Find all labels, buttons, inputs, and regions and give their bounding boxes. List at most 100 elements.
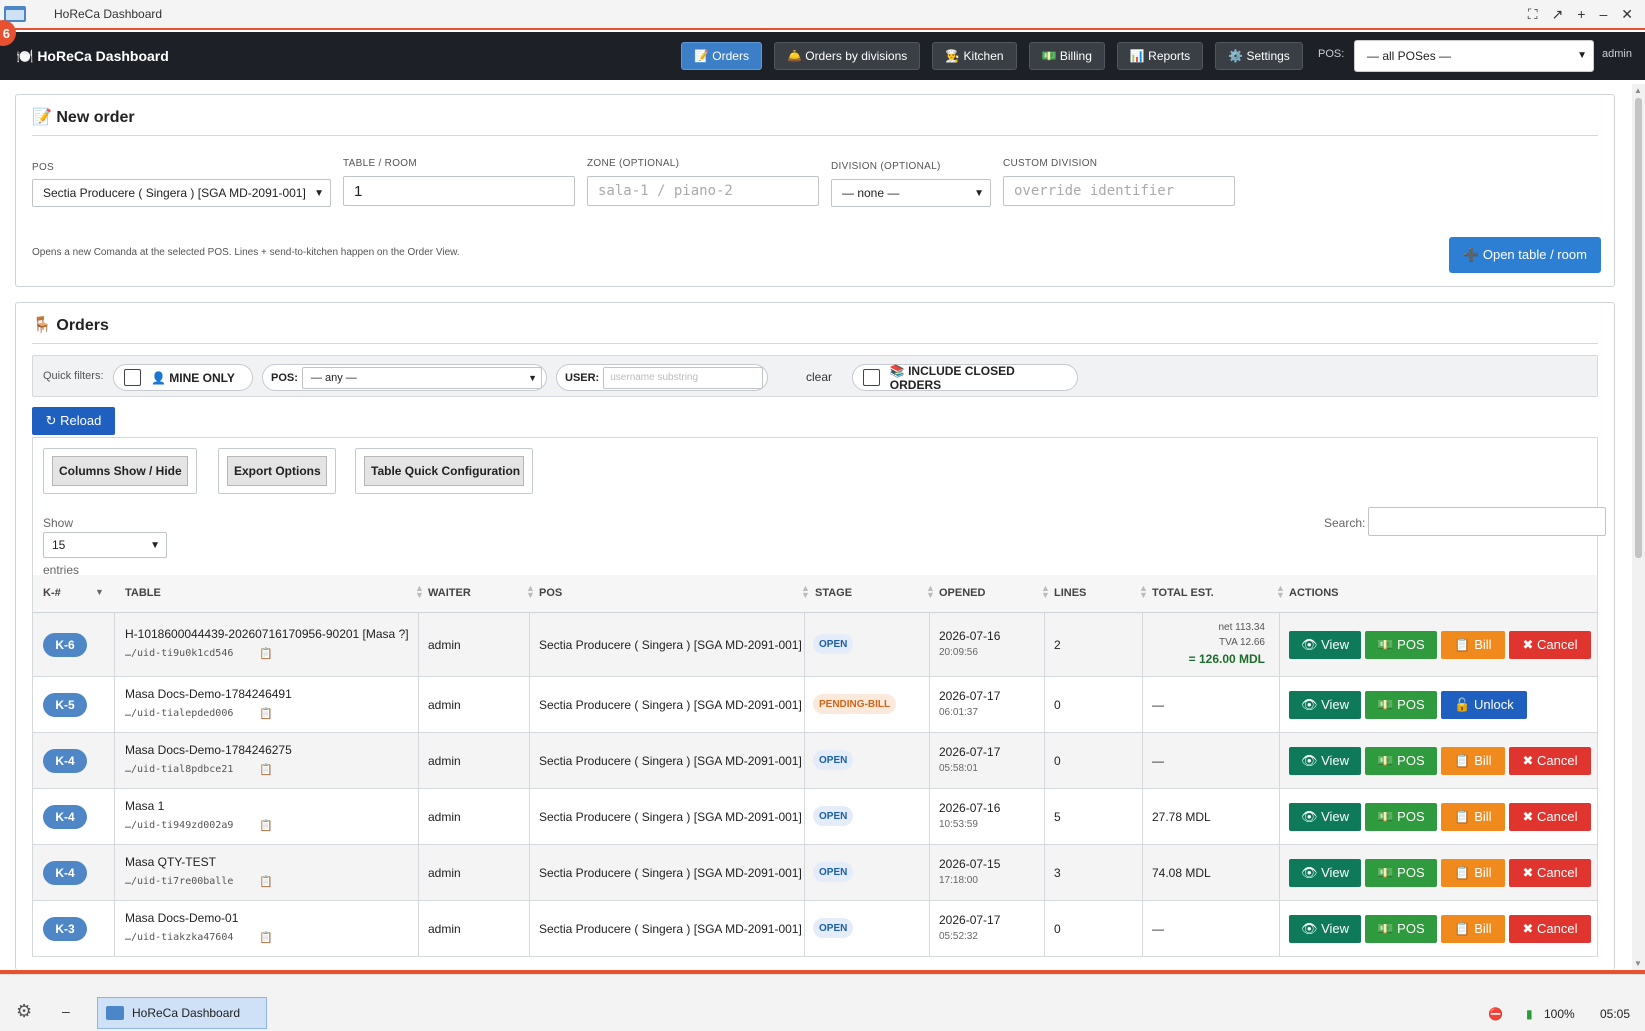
app-folder-icon — [4, 6, 26, 22]
view-button[interactable]: 👁 View — [1289, 803, 1361, 831]
cancel-button[interactable]: ✖ Cancel — [1509, 747, 1591, 775]
line-count: 5 — [1054, 810, 1061, 824]
view-button[interactable]: 👁 View — [1289, 747, 1361, 775]
clear-filters-link[interactable]: clear — [806, 370, 832, 384]
col-stage[interactable]: STAGE — [815, 587, 852, 599]
sort-icon[interactable]: ▲ ▼ — [801, 584, 810, 600]
pos-button[interactable]: 💵 POS — [1365, 747, 1437, 775]
cancel-button[interactable]: ✖ Cancel — [1509, 631, 1591, 659]
pos-quick-filter-select[interactable]: — any — ▼ — [301, 366, 542, 389]
sort-icon[interactable]: ▲ ▼ — [1041, 584, 1050, 600]
custom-division-input[interactable]: override identifier — [1003, 176, 1235, 206]
nav-orders-button[interactable]: 📝 Orders — [681, 42, 762, 70]
pos-button[interactable]: 💵 POS — [1365, 859, 1437, 887]
copy-icon[interactable]: 📋 — [259, 763, 273, 776]
copy-icon[interactable]: 📋 — [259, 931, 273, 944]
export-toolgroup: Export Options — [218, 448, 336, 494]
minimize-icon[interactable]: – — [1599, 6, 1607, 23]
pos-name: Sectia Producere ( Singera ) [SGA MD-209… — [539, 754, 802, 768]
cancel-button[interactable]: ✖ Cancel — [1509, 915, 1591, 943]
reload-button[interactable]: ↻ Reload — [32, 407, 115, 435]
sort-icon[interactable]: ▲ ▼ — [415, 584, 424, 600]
maximize-icon[interactable]: + — [1577, 6, 1585, 23]
bill-button[interactable]: 📋 Bill — [1441, 747, 1505, 775]
copy-icon[interactable]: 📋 — [259, 707, 273, 720]
taskbar-item-horeca[interactable]: HoReCa Dashboard — [97, 997, 267, 1029]
view-button[interactable]: 👁 View — [1289, 631, 1361, 659]
copy-icon[interactable]: 📋 — [259, 819, 273, 832]
col-table[interactable]: TABLE — [125, 587, 161, 599]
fullscreen-icon[interactable]: ⛶ — [1528, 6, 1538, 23]
battery-icon[interactable]: ▮ — [1526, 1007, 1533, 1021]
clock[interactable]: 05:05 — [1600, 1007, 1630, 1021]
global-pos-select[interactable]: — all POSes — ▼ — [1354, 40, 1594, 72]
bill-button[interactable]: 📋 Bill — [1441, 631, 1505, 659]
waiter-name: admin — [428, 922, 461, 936]
quick-filters-bar: Quick filters: 👤 MINE ONLY POS: — any — … — [32, 355, 1598, 397]
pos-button[interactable]: 💵 POS — [1365, 631, 1437, 659]
division-select[interactable]: — none — ▼ — [831, 179, 991, 207]
scroll-down-icon[interactable]: ▼ — [1634, 959, 1642, 968]
export-options-button[interactable]: Export Options — [227, 456, 327, 486]
table-search-input[interactable] — [1368, 507, 1606, 536]
user-filter-input[interactable]: username substring — [603, 366, 763, 389]
cancel-button[interactable]: ✖ Cancel — [1509, 859, 1591, 887]
table-room-input[interactable]: 1 — [343, 176, 575, 206]
open-table-button[interactable]: ➕ Open table / room — [1449, 237, 1601, 273]
col-k[interactable]: K-# — [43, 587, 61, 599]
pos-button[interactable]: 💵 POS — [1365, 691, 1437, 719]
col-lines[interactable]: LINES — [1054, 587, 1086, 599]
col-opened[interactable]: OPENED — [939, 587, 985, 599]
bill-button[interactable]: 📋 Bill — [1441, 859, 1505, 887]
sort-icon[interactable]: ▲ ▼ — [1139, 584, 1148, 600]
close-icon[interactable]: ✕ — [1621, 6, 1633, 23]
view-button[interactable]: 👁 View — [1289, 915, 1361, 943]
bill-button[interactable]: 📋 Bill — [1441, 915, 1505, 943]
network-status-icon[interactable]: ⛔ — [1488, 1007, 1503, 1021]
nav-reports-button[interactable]: 📊 Reports — [1116, 42, 1204, 70]
brand-title[interactable]: 🍽️ HoReCa Dashboard — [16, 48, 169, 65]
sort-icon[interactable]: ▲ ▼ — [926, 584, 935, 600]
nav-kitchen-button[interactable]: 👨‍🍳 Kitchen — [932, 42, 1017, 70]
waiter-name: admin — [428, 866, 461, 880]
sort-desc-icon[interactable]: ▼ — [95, 588, 104, 597]
scroll-up-icon[interactable]: ▲ — [1634, 86, 1642, 95]
bill-button[interactable]: 📋 Bill — [1441, 803, 1505, 831]
window-title: HoReCa Dashboard — [54, 7, 163, 21]
copy-icon[interactable]: 📋 — [259, 647, 273, 660]
table-row: K-3 Masa Docs-Demo-01 …/uid-tiakzka47604… — [33, 901, 1597, 957]
columns-show-hide-button[interactable]: Columns Show / Hide — [52, 456, 188, 486]
minimize-all-icon[interactable]: – — [62, 1003, 70, 1019]
col-waiter[interactable]: WAITER — [428, 587, 471, 599]
zone-input[interactable]: sala-1 / piano-2 — [587, 176, 819, 206]
order-uid: …/uid-tial8pdbce21 — [125, 764, 234, 775]
include-closed-checkbox[interactable] — [863, 369, 880, 386]
view-button[interactable]: 👁 View — [1289, 859, 1361, 887]
entries-per-page-select[interactable]: 15 ▼ — [43, 532, 167, 558]
unlock-button[interactable]: 🔓 Unlock — [1441, 691, 1527, 719]
page-scrollbar[interactable]: ▲ ▼ — [1632, 84, 1645, 970]
pos-select[interactable]: Sectia Producere ( Singera ) [SGA MD-209… — [32, 179, 331, 207]
nav-orders-by-divisions-button[interactable]: 🛎️ Orders by divisions — [773, 42, 921, 70]
line-count: 0 — [1054, 698, 1061, 712]
gear-icon[interactable]: ⚙ — [16, 1001, 32, 1022]
pos-button[interactable]: 💵 POS — [1365, 915, 1437, 943]
mine-only-checkbox[interactable] — [124, 369, 141, 386]
nav-billing-button[interactable]: 💵 Billing — [1028, 42, 1105, 70]
scrollbar-thumb[interactable] — [1635, 98, 1642, 558]
sort-icon[interactable]: ▲ ▼ — [526, 584, 535, 600]
include-closed-filter[interactable]: 📚 INCLUDE CLOSED ORDERS — [852, 364, 1078, 392]
restore-icon[interactable]: ↗ — [1552, 6, 1564, 23]
col-total[interactable]: TOTAL EST. — [1152, 587, 1214, 599]
col-pos[interactable]: POS — [539, 587, 562, 599]
division-select-value: — none — — [842, 186, 900, 200]
copy-icon[interactable]: 📋 — [259, 875, 273, 888]
pos-button[interactable]: 💵 POS — [1365, 803, 1437, 831]
cancel-button[interactable]: ✖ Cancel — [1509, 803, 1591, 831]
nav-settings-button[interactable]: ⚙️ Settings — [1215, 42, 1303, 70]
total-net: net 113.34 — [1218, 622, 1265, 633]
sort-icon[interactable]: ▲ ▼ — [1276, 584, 1285, 600]
table-quick-config-button[interactable]: Table Quick Configuration — [364, 456, 524, 486]
mine-only-filter[interactable]: 👤 MINE ONLY — [113, 364, 253, 391]
view-button[interactable]: 👁 View — [1289, 691, 1361, 719]
